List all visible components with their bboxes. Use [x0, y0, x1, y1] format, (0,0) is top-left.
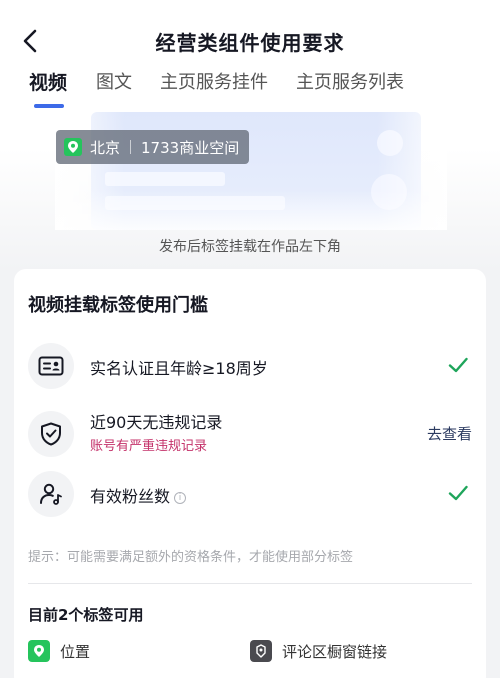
tab-homepage-widget[interactable]: 主页服务挂件 — [160, 68, 268, 94]
preview-caption: 发布后标签挂载在作品左下角 — [159, 239, 341, 255]
fans-icon — [28, 471, 74, 517]
checkmark-icon — [448, 485, 468, 501]
tab-homepage-list[interactable]: 主页服务列表 — [296, 68, 404, 94]
available-tag-location[interactable]: 位置 — [28, 639, 90, 663]
location-pin-icon — [64, 138, 82, 156]
threshold-card: 视频挂载标签使用门槛 实名认证且年龄≥18周岁 近90天无违规记录 账号有严重违… — [14, 269, 486, 678]
page-title: 经营类组件使用要求 — [155, 31, 345, 55]
hint-text: 提示：可能需要满足额外的资格条件，才能使用部分标签 — [28, 550, 354, 565]
requirement-text: 有效粉丝数 i — [90, 483, 187, 507]
tag-label: 位置 — [60, 642, 91, 661]
location-separator — [130, 140, 132, 154]
fade-bottom — [55, 190, 447, 230]
shop-window-icon — [250, 640, 272, 662]
location-place: 1733商业空间 — [141, 138, 240, 157]
view-violations-link[interactable]: 去查看 — [427, 423, 472, 444]
tab-video[interactable]: 视频 — [29, 68, 67, 95]
id-card-icon — [28, 343, 74, 389]
requirement-text: 近90天无违规记录 — [90, 413, 223, 432]
location-city: 北京 — [90, 138, 121, 157]
requirement-item: 有效粉丝数 i — [14, 465, 486, 525]
shield-check-icon — [28, 411, 74, 457]
card-title: 视频挂载标签使用门槛 — [28, 295, 208, 316]
tab-indicator — [34, 104, 64, 108]
available-tag-shop-window[interactable]: 评论区橱窗链接 — [250, 639, 387, 663]
tab-bar: 视频 图文 主页服务挂件 主页服务列表 — [0, 66, 500, 110]
violation-warning: 账号有严重违规记录 — [90, 439, 208, 454]
available-tags-title: 目前2个标签可用 — [28, 606, 144, 624]
divider — [28, 583, 472, 584]
tag-label: 评论区橱窗链接 — [282, 642, 388, 661]
nav-bar: 经营类组件使用要求 — [0, 0, 500, 70]
checkmark-icon — [448, 357, 468, 373]
location-pin-icon — [28, 640, 50, 662]
requirement-text: 实名认证且年龄≥18周岁 — [90, 359, 268, 378]
location-tag-preview: 北京 1733商业空间 — [56, 130, 250, 164]
requirement-item: 近90天无违规记录 账号有严重违规记录 去查看 — [14, 405, 486, 465]
tab-image-text[interactable]: 图文 — [96, 68, 132, 94]
info-icon[interactable]: i — [174, 492, 187, 504]
requirement-item: 实名认证且年龄≥18周岁 — [14, 337, 486, 397]
requirement-label: 有效粉丝数 — [90, 487, 171, 506]
